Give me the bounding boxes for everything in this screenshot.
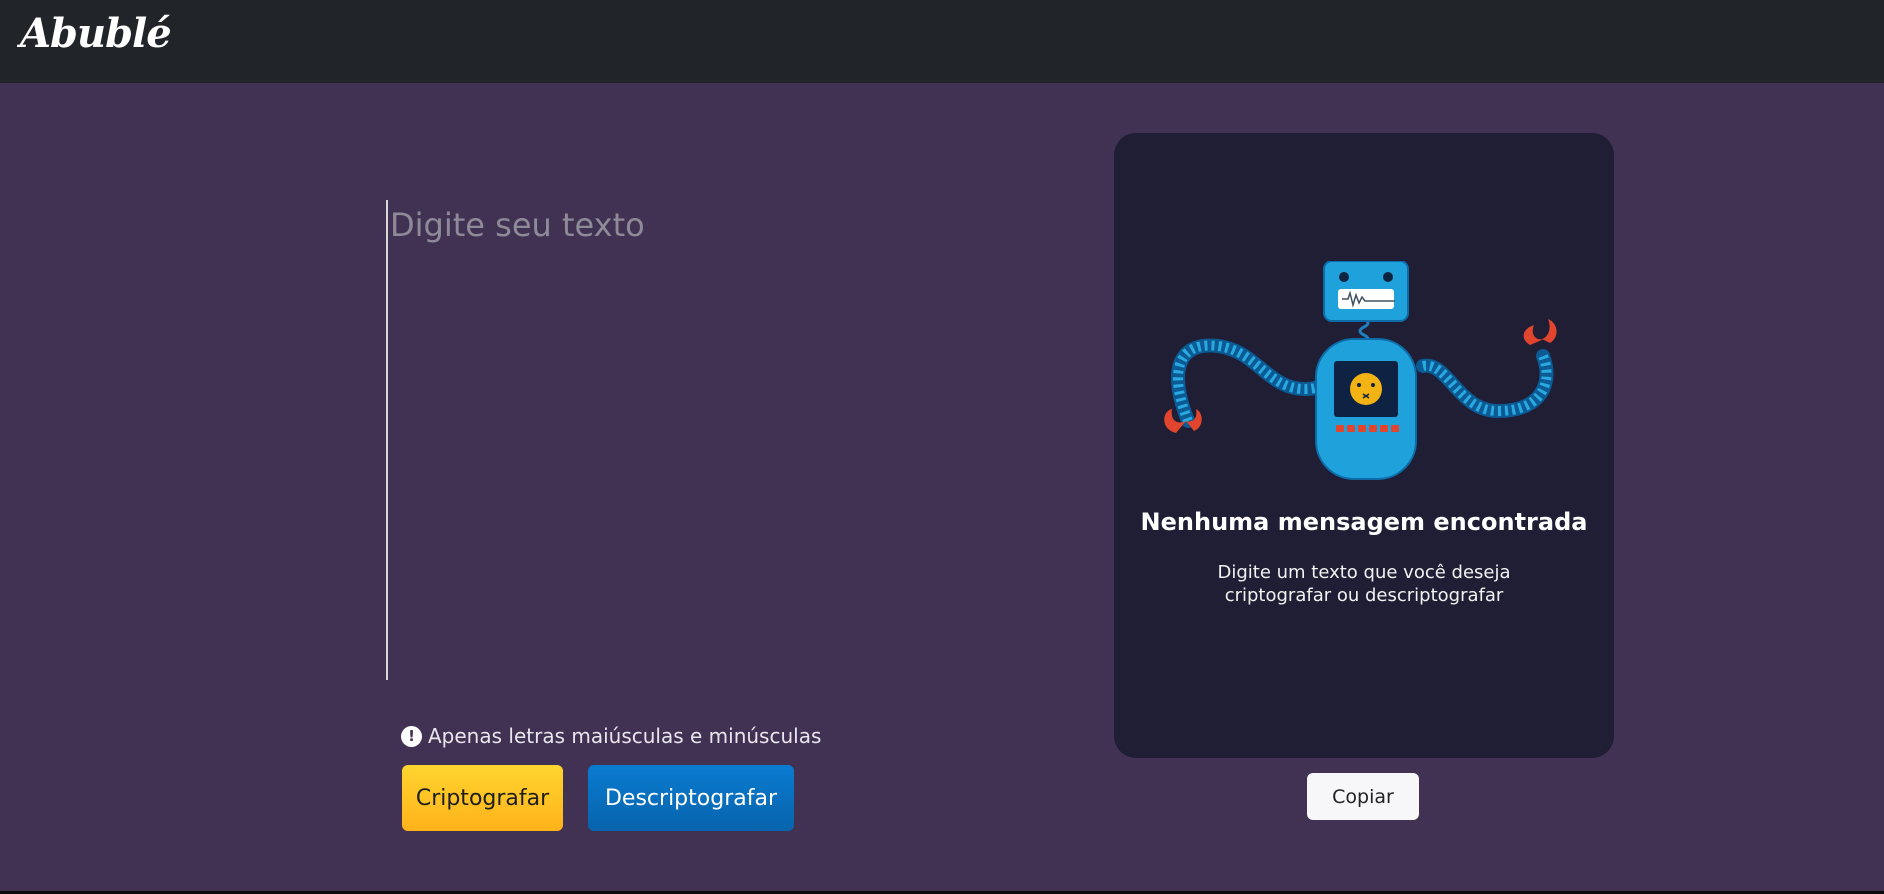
hint-text: Apenas letras maiúsculas e minúsculas xyxy=(428,724,822,748)
robot-illustration xyxy=(1164,261,1557,480)
logo[interactable]: Abublé xyxy=(20,10,172,57)
empty-state-title: Nenhuma mensagem encontrada xyxy=(1140,508,1588,536)
output-panel: Nenhuma mensagem encontrada Digite um te… xyxy=(1114,133,1614,758)
decrypt-button[interactable]: Descriptografar xyxy=(588,765,794,831)
text-input[interactable] xyxy=(386,200,986,680)
input-hint: ! Apenas letras maiúsculas e minúsculas xyxy=(401,723,821,749)
copy-button[interactable]: Copiar xyxy=(1307,773,1419,820)
exclamation-circle-icon: ! xyxy=(401,725,422,747)
top-bar: Abublé xyxy=(0,0,1884,83)
encrypt-button[interactable]: Criptografar xyxy=(402,765,563,831)
empty-state-description: Digite um texto que você deseja criptogr… xyxy=(1217,562,1511,606)
